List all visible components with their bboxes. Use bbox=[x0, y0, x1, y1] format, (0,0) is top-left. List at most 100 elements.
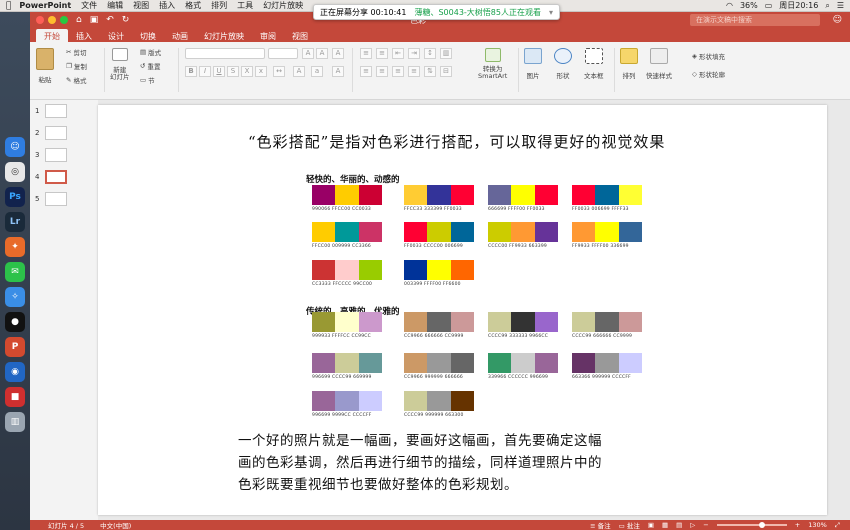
comments-button[interactable]: ▭ 批注 bbox=[619, 520, 640, 530]
slide-thumbnail[interactable]: 3 bbox=[35, 148, 68, 162]
mac-menu-item[interactable]: 排列 bbox=[211, 1, 227, 10]
format-painter-button[interactable]: ✎ 格式 bbox=[66, 75, 86, 85]
section-button[interactable]: ▭ 节 bbox=[140, 75, 155, 85]
color-palette[interactable]: FF9933 FFFF00 336699 bbox=[572, 222, 642, 249]
strike-button[interactable]: X bbox=[241, 66, 253, 77]
paste-button[interactable]: 粘贴 bbox=[36, 48, 54, 84]
arrange-button[interactable]: 排列 bbox=[620, 48, 638, 80]
color-palette[interactable]: 999933 FFFFCC CC99CC bbox=[312, 312, 382, 339]
slide-headline[interactable]: “色彩搭配”是指对色彩进行搭配，可以取得更好的视觉效果 bbox=[248, 131, 665, 152]
color-palette[interactable]: 003399 FFFF00 FF6600 bbox=[404, 260, 474, 287]
wifi-icon[interactable]: ◠ bbox=[726, 1, 733, 10]
color-palette[interactable]: FFCC33 333399 FF0033 bbox=[404, 185, 474, 212]
section-title-1[interactable]: 轻快的、华丽的、动感的 bbox=[306, 173, 400, 185]
shrink-font-button[interactable]: A bbox=[316, 48, 328, 59]
slide-thumbnail[interactable]: 5 bbox=[35, 192, 68, 206]
outdent-button[interactable]: ⇥ bbox=[408, 48, 420, 59]
char-spacing-button[interactable]: ↔ bbox=[273, 66, 285, 77]
line-spacing-button[interactable]: ↕ bbox=[424, 48, 436, 59]
language[interactable]: 中文(中国) bbox=[100, 520, 131, 530]
bold-button[interactable]: B bbox=[185, 66, 197, 77]
compass-icon[interactable]: ✧ bbox=[5, 287, 25, 307]
tab-6[interactable]: 审阅 bbox=[252, 29, 284, 42]
columns-button[interactable]: ▥ bbox=[440, 48, 452, 59]
grow-font-button[interactable]: A bbox=[302, 48, 314, 59]
mac-menu-item[interactable]: 视图 bbox=[133, 1, 149, 10]
color-palette[interactable]: CC9966 666666 CC9999 bbox=[404, 312, 474, 339]
reset-button[interactable]: ↺ 重置 bbox=[140, 61, 160, 71]
shapes-button[interactable]: 形状 bbox=[554, 48, 572, 80]
mac-menu-item[interactable]: 文件 bbox=[81, 1, 97, 10]
slide-body-text[interactable]: 一个好的照片就是一幅画，要画好这幅画，首先要确定这幅 画的色彩基调，然后再进行细… bbox=[238, 430, 738, 496]
clock[interactable]: 周日20:16 bbox=[779, 0, 818, 11]
quick-styles-button[interactable]: 快速样式 bbox=[646, 48, 672, 80]
color-palette[interactable]: 996699 CCCC99 669999 bbox=[312, 353, 382, 380]
bullets-button[interactable]: ≡ bbox=[360, 48, 372, 59]
zoom-out-icon[interactable]: − bbox=[703, 521, 708, 529]
normal-view-icon[interactable]: ▣ bbox=[648, 521, 654, 529]
color-palette[interactable]: 996699 9999CC CCCCFF bbox=[312, 391, 382, 418]
color-palette[interactable]: CCCC99 999999 663300 bbox=[404, 391, 474, 418]
zoom-in-icon[interactable]: + bbox=[795, 521, 800, 529]
powerpoint-dock-icon[interactable]: P bbox=[5, 337, 25, 357]
cut-button[interactable]: ✂ 剪切 bbox=[66, 47, 86, 57]
search-input[interactable]: 在演示文稿中搜索 bbox=[690, 14, 820, 26]
clear-format-button[interactable]: A bbox=[332, 48, 344, 59]
minimize-button[interactable] bbox=[48, 16, 56, 24]
trash-icon[interactable]: ▥ bbox=[5, 412, 25, 432]
app-menu[interactable]: PowerPoint bbox=[19, 1, 71, 10]
slide-thumbnail[interactable]: 1 bbox=[35, 104, 68, 118]
numbering-button[interactable]: ≡ bbox=[376, 48, 388, 59]
color-palette[interactable]: 666699 FFFF00 FF0033 bbox=[488, 185, 558, 212]
shadow-button[interactable]: S bbox=[227, 66, 239, 77]
picture-button[interactable]: 图片 bbox=[524, 48, 542, 80]
zoom-button[interactable] bbox=[60, 16, 68, 24]
redo-icon[interactable]: ↻ bbox=[122, 15, 130, 25]
tab-2[interactable]: 设计 bbox=[100, 29, 132, 42]
font-color-button[interactable]: A bbox=[293, 66, 305, 77]
tab-1[interactable]: 插入 bbox=[68, 29, 100, 42]
save-icon[interactable]: ▣ bbox=[90, 15, 99, 25]
mac-menu-item[interactable]: 格式 bbox=[185, 1, 201, 10]
menu-lines-icon[interactable]: ☰ bbox=[837, 1, 844, 10]
font-size-box[interactable] bbox=[268, 48, 298, 59]
tab-5[interactable]: 幻灯片放映 bbox=[196, 29, 252, 42]
notes-button[interactable]: ≡ 备注 bbox=[590, 520, 611, 530]
tab-4[interactable]: 动画 bbox=[164, 29, 196, 42]
lightroom-icon[interactable]: Lr bbox=[5, 212, 25, 232]
color-palette[interactable]: CCCC99 333333 9966CC bbox=[488, 312, 558, 339]
wechat-icon[interactable]: ✉ bbox=[5, 262, 25, 282]
mac-menu-item[interactable]: 幻灯片放映 bbox=[263, 1, 303, 10]
highlight-button[interactable]: a bbox=[311, 66, 323, 77]
zoom-handle[interactable] bbox=[758, 522, 765, 528]
shape-fill-button[interactable]: ◈ 形状填充 bbox=[692, 51, 725, 61]
textbox-button[interactable]: 文本框 bbox=[584, 48, 604, 80]
convert-smartart-button[interactable]: 转换为 SmartArt bbox=[478, 48, 507, 80]
orange-app-icon[interactable]: ✦ bbox=[5, 237, 25, 257]
copy-button[interactable]: ❐ 复制 bbox=[66, 61, 87, 71]
color-palette[interactable]: CC9966 999999 666666 bbox=[404, 353, 474, 380]
record-icon[interactable]: ■ bbox=[5, 387, 25, 407]
text-direction-button[interactable]: ⇅ bbox=[424, 66, 436, 77]
mac-menu-item[interactable]: 编辑 bbox=[107, 1, 123, 10]
close-button[interactable] bbox=[36, 16, 44, 24]
color-palette[interactable]: CCCC99 666666 CC9999 bbox=[572, 312, 642, 339]
undo-icon[interactable]: ↶ bbox=[106, 15, 114, 25]
photoshop-icon[interactable]: Ps bbox=[5, 187, 25, 207]
align-right-button[interactable]: ≡ bbox=[392, 66, 404, 77]
color-palette[interactable]: FFCC00 009999 CC3366 bbox=[312, 222, 382, 249]
color-palette[interactable]: 663366 999999 CCCCFF bbox=[572, 353, 642, 380]
zoom-level[interactable]: 130% bbox=[808, 521, 827, 529]
mac-menu-item[interactable]: 插入 bbox=[159, 1, 175, 10]
text-effect-button[interactable]: A bbox=[332, 66, 344, 77]
indent-button[interactable]: ⇤ bbox=[392, 48, 404, 59]
slideshow-view-icon[interactable]: ▷ bbox=[690, 521, 695, 529]
home-icon[interactable]: ⌂ bbox=[76, 15, 82, 25]
color-palette[interactable]: 990066 FFCC00 CC0033 bbox=[312, 185, 382, 212]
color-palette[interactable]: CC3333 FFCCCC 99CC00 bbox=[312, 260, 382, 287]
apple-icon[interactable]:  bbox=[6, 1, 11, 11]
blue-app-icon[interactable]: ◉ bbox=[5, 362, 25, 382]
mac-menu-item[interactable]: 工具 bbox=[237, 1, 253, 10]
battery-label[interactable]: 36% bbox=[740, 1, 758, 10]
sorter-view-icon[interactable]: ▦ bbox=[662, 521, 668, 529]
